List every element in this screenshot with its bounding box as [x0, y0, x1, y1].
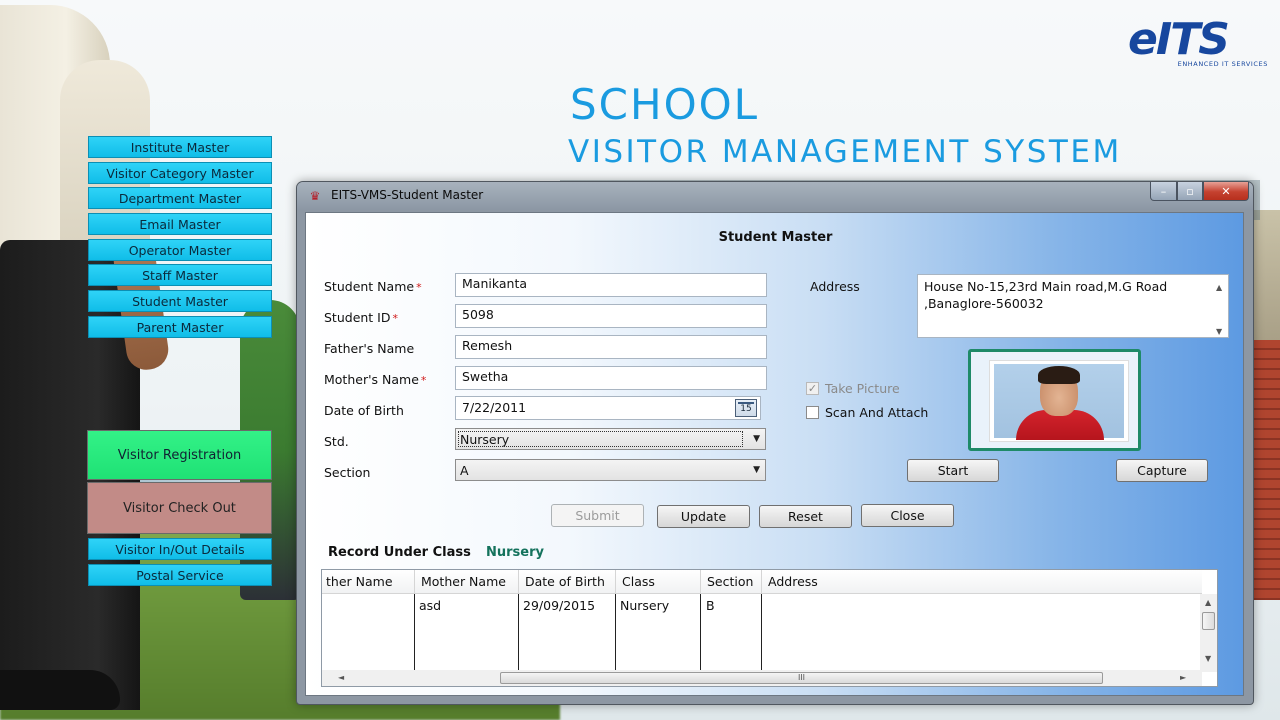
window-controls: – ▫ ✕ — [1150, 182, 1249, 202]
eits-logo: eITS ENHANCED IT SERVICES — [1128, 18, 1268, 72]
std-select[interactable]: Nursery ▼ — [455, 428, 766, 450]
column-header-mother-name[interactable]: Mother Name — [415, 570, 519, 594]
grid-header: ther Name Mother Name Date of Birth Clas… — [322, 570, 1202, 594]
scroll-down-icon[interactable]: ▼ — [1205, 654, 1211, 663]
grid-column-divider — [761, 594, 762, 670]
background-building — [1250, 340, 1280, 600]
nav-visitor-registration[interactable]: Visitor Registration — [87, 430, 272, 480]
nav-visitor-in-out-details[interactable]: Visitor In/Out Details — [88, 538, 272, 560]
student-id-label: Student ID * — [324, 310, 398, 325]
column-header-class[interactable]: Class — [616, 570, 701, 594]
section-value: A — [460, 463, 469, 478]
address-scrollbar[interactable]: ▲ ▼ — [1212, 275, 1228, 337]
take-picture-checkbox[interactable]: ✓ — [806, 382, 819, 395]
scroll-left-icon[interactable]: ◄ — [338, 673, 344, 682]
nav-staff-master[interactable]: Staff Master — [88, 264, 272, 286]
grid-vertical-scrollbar[interactable]: ▲ ▼ — [1200, 594, 1217, 672]
grid-column-divider — [414, 594, 415, 670]
capture-button[interactable]: Capture — [1116, 459, 1208, 482]
address-textarea[interactable]: House No-15,23rd Main road,M.G Road ,Ban… — [917, 274, 1229, 338]
column-header-dob[interactable]: Date of Birth — [519, 570, 616, 594]
column-header-section[interactable]: Section — [701, 570, 762, 594]
column-header-father-name[interactable]: ther Name — [322, 570, 415, 594]
chevron-down-icon[interactable]: ▼ — [753, 434, 760, 444]
logo-text: eITS — [1128, 14, 1230, 65]
maximize-icon[interactable]: ▫ — [1177, 182, 1203, 201]
update-button[interactable]: Update — [657, 505, 750, 528]
nav-institute-master[interactable]: Institute Master — [88, 136, 272, 158]
cell-dob: 29/09/2015 — [523, 598, 596, 613]
father-name-field[interactable]: Remesh — [455, 335, 767, 359]
window-title: EITS-VMS-Student Master — [331, 188, 484, 202]
grid-column-divider — [615, 594, 616, 670]
close-icon[interactable]: ✕ — [1203, 182, 1249, 201]
calendar-icon[interactable]: 15 — [735, 399, 757, 417]
nav-postal-service[interactable]: Postal Service — [88, 564, 272, 586]
nav-visitor-category-master[interactable]: Visitor Category Master — [88, 162, 272, 184]
address-value: House No-15,23rd Main road,M.G Road ,Ban… — [924, 279, 1168, 311]
grid-column-divider — [700, 594, 701, 670]
nav-visitor-checkout[interactable]: Visitor Check Out — [87, 482, 272, 534]
grid-column-divider — [518, 594, 519, 670]
background-shoe — [0, 670, 120, 710]
section-label: Section — [324, 465, 371, 480]
take-picture-label: Take Picture — [825, 381, 900, 396]
nav-student-master[interactable]: Student Master — [88, 290, 272, 312]
app-title: SCHOOL — [570, 80, 760, 129]
student-photo — [989, 360, 1129, 442]
reset-button[interactable]: Reset — [759, 505, 852, 528]
horizontal-scroll-thumb[interactable]: III — [500, 672, 1103, 684]
student-id-field[interactable]: 5098 — [455, 304, 767, 328]
std-value: Nursery — [460, 432, 510, 447]
scan-attach-checkbox[interactable] — [806, 406, 819, 419]
std-label: Std. — [324, 434, 349, 449]
app-icon: ♛ — [309, 189, 321, 203]
nav-department-master[interactable]: Department Master — [88, 187, 272, 209]
scroll-down-icon[interactable]: ▼ — [1216, 323, 1222, 340]
scroll-up-icon[interactable]: ▲ — [1216, 279, 1222, 296]
record-class-name: Nursery — [486, 545, 544, 560]
photo-frame — [968, 349, 1141, 451]
cell-mother-name: asd — [419, 598, 442, 613]
cell-class: Nursery — [620, 598, 670, 613]
father-name-label: Father's Name — [324, 341, 415, 356]
start-button[interactable]: Start — [907, 459, 999, 482]
close-button[interactable]: Close — [861, 504, 954, 527]
window-titlebar[interactable]: ♛ EITS-VMS-Student Master – ▫ ✕ — [297, 182, 1253, 210]
nav-operator-master[interactable]: Operator Master — [88, 239, 272, 261]
dob-datepicker[interactable]: 7/22/2011 15 — [455, 396, 761, 420]
column-header-address[interactable]: Address — [762, 570, 1202, 594]
form-heading: Student Master — [718, 230, 833, 245]
scroll-up-icon[interactable]: ▲ — [1205, 598, 1211, 607]
minimize-icon[interactable]: – — [1150, 182, 1177, 201]
nav-parent-master[interactable]: Parent Master — [88, 316, 272, 338]
record-under-class-label: Record Under Class — [328, 545, 471, 560]
vertical-scroll-thumb[interactable] — [1202, 612, 1215, 630]
dob-value: 7/22/2011 — [462, 400, 527, 415]
address-label: Address — [810, 279, 860, 294]
dob-label: Date of Birth — [324, 403, 404, 418]
section-select[interactable]: A ▼ — [455, 459, 766, 481]
chevron-down-icon[interactable]: ▼ — [753, 465, 760, 475]
scan-attach-label: Scan And Attach — [825, 405, 929, 420]
background-building-top — [1252, 210, 1280, 340]
mother-name-label: Mother's Name * — [324, 372, 427, 387]
photo-backdrop — [994, 364, 1124, 440]
photo-hair — [1038, 366, 1080, 384]
grid-horizontal-scrollbar[interactable]: ◄ III ► — [322, 670, 1202, 686]
student-name-field[interactable]: Manikanta — [455, 273, 767, 297]
cell-section: B — [706, 598, 715, 613]
nav-email-master[interactable]: Email Master — [88, 213, 272, 235]
submit-button[interactable]: Submit — [551, 504, 644, 527]
logo-tagline: ENHANCED IT SERVICES — [1177, 60, 1268, 68]
mother-name-field[interactable]: Swetha — [455, 366, 767, 390]
records-grid[interactable]: ther Name Mother Name Date of Birth Clas… — [321, 569, 1218, 687]
app-subtitle: VISITOR MANAGEMENT SYSTEM — [568, 134, 1122, 170]
student-name-label: Student Name * — [324, 279, 422, 294]
scroll-right-icon[interactable]: ► — [1180, 673, 1186, 682]
